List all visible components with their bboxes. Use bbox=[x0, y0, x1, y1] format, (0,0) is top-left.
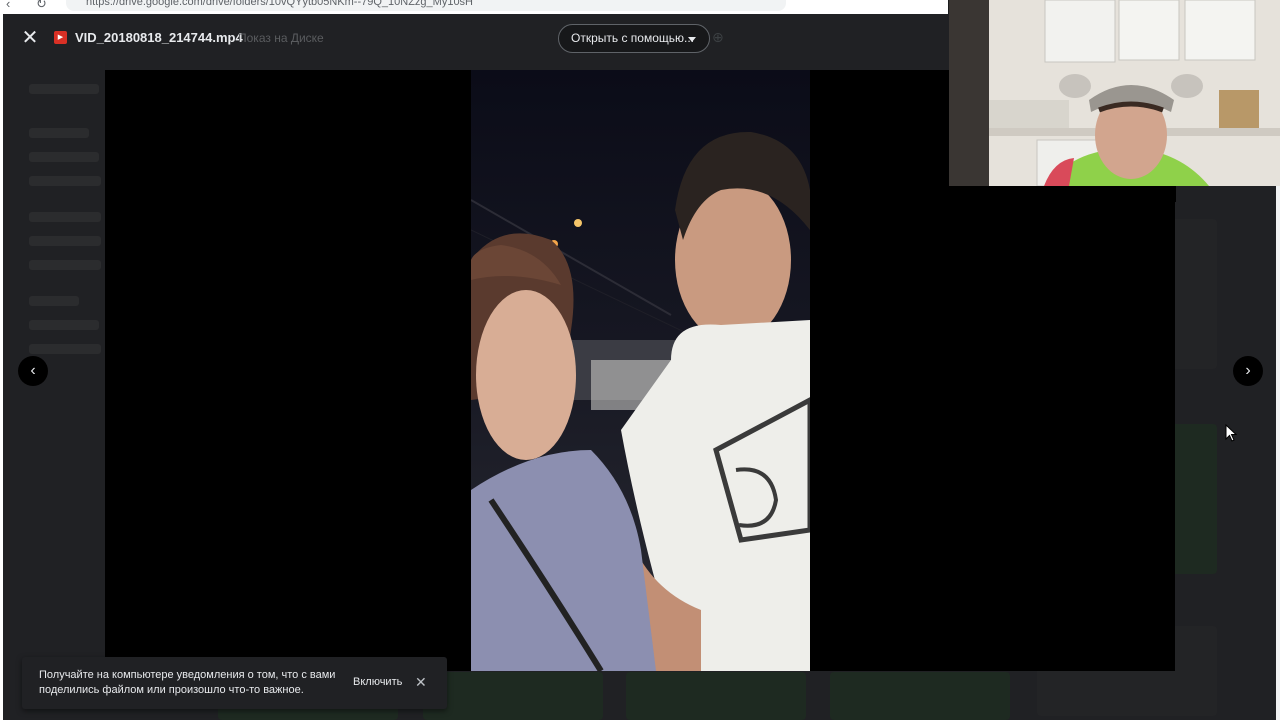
open-with-label: Открыть с помощью... bbox=[571, 31, 695, 45]
ghost-nav-item bbox=[29, 296, 79, 306]
overlay-edge bbox=[949, 186, 1176, 202]
ghost-nav-item bbox=[29, 152, 99, 162]
file-location: Показ на Диске bbox=[238, 31, 324, 45]
video-file-icon: ▶ bbox=[54, 31, 67, 44]
ghost-nav-item bbox=[29, 236, 101, 246]
reload-icon[interactable]: ↻ bbox=[36, 0, 47, 12]
add-shortcut-icon[interactable]: ⊕ bbox=[712, 29, 724, 46]
video-frame[interactable] bbox=[471, 70, 810, 671]
ghost-file-thumbnail bbox=[423, 672, 603, 720]
ghost-file-thumbnail bbox=[830, 672, 1010, 720]
back-icon[interactable]: ‹ bbox=[6, 0, 10, 11]
ghost-nav-item bbox=[29, 212, 101, 222]
chevron-left-icon[interactable]: ‹ bbox=[18, 356, 48, 386]
notification-message: Получайте на компьютере уведомления о то… bbox=[39, 669, 336, 696]
ghost-nav-item bbox=[29, 344, 101, 354]
open-with-button[interactable]: Открыть с помощью... bbox=[558, 24, 710, 53]
video-still bbox=[471, 70, 810, 671]
ghost-nav-item bbox=[29, 320, 99, 330]
ghost-file-thumbnail bbox=[626, 672, 806, 720]
close-icon[interactable]: ✕ bbox=[415, 674, 427, 691]
file-name: VID_20180818_214744.mp4 bbox=[75, 30, 243, 45]
webcam-overlay bbox=[949, 0, 1280, 186]
ghost-nav-item bbox=[29, 176, 101, 186]
close-icon[interactable]: ✕ bbox=[17, 25, 43, 51]
ghost-nav-item bbox=[29, 260, 101, 270]
enable-notifications-button[interactable]: Включить bbox=[353, 676, 402, 688]
ghost-nav-item bbox=[29, 128, 89, 138]
browser-toolbar: ‹ ↻ https://drive.google.com/drive/folde… bbox=[0, 0, 948, 15]
chevron-right-icon[interactable]: › bbox=[1233, 356, 1263, 386]
caret-down-icon bbox=[688, 37, 696, 42]
notification-snackbar: Получайте на компьютере уведомления о то… bbox=[22, 657, 447, 709]
mouse-cursor-icon bbox=[1225, 424, 1237, 442]
ghost-create-button bbox=[29, 84, 99, 94]
address-bar[interactable]: https://drive.google.com/drive/folders/1… bbox=[66, 0, 786, 11]
webcam-feed bbox=[949, 0, 1280, 186]
